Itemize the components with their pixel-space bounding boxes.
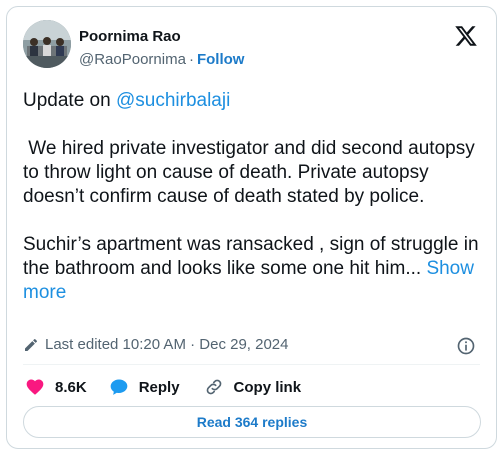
reply-bubble-icon xyxy=(110,379,128,395)
heart-icon xyxy=(26,379,44,395)
tweet-prefix: Update on xyxy=(23,90,116,111)
tweet-paragraph-2: We hired private investigator and did se… xyxy=(23,138,480,207)
read-replies-button[interactable]: Read 364 replies xyxy=(23,406,481,438)
edited-info[interactable]: Last edited 10:20 AM · Dec 29, 2024 xyxy=(23,336,289,353)
follow-button[interactable]: Follow xyxy=(197,51,245,68)
avatar-photo xyxy=(23,20,71,68)
author-handle[interactable]: @RaoPoornima xyxy=(79,51,186,68)
avatar[interactable] xyxy=(23,20,71,68)
info-icon[interactable] xyxy=(456,336,476,356)
separator-dot: · xyxy=(188,51,194,68)
tweet-paragraph-3: Suchir’s apartment was ransacked , sign … xyxy=(23,233,483,305)
copy-link-button[interactable]: Copy link xyxy=(204,377,302,397)
tweet-line-1: Update on @suchirbalaji xyxy=(23,89,483,113)
like-button[interactable]: 8.6K xyxy=(25,377,87,397)
tweet-card: Poornima Rao @RaoPoornima · Follow Update … xyxy=(6,6,497,449)
action-bar: 8.6K Reply Copy link xyxy=(25,375,325,399)
edited-text: Last edited 10:20 AM · Dec 29, 2024 xyxy=(45,336,289,353)
mention-link[interactable]: @suchirbalaji xyxy=(116,90,230,111)
reply-button[interactable]: Reply xyxy=(109,377,180,397)
tweet-paragraph-3-text: Suchir’s apartment was ransacked , sign … xyxy=(23,234,479,279)
author-handle-line: @RaoPoornima · Follow xyxy=(79,51,244,68)
reply-label: Reply xyxy=(138,378,180,396)
like-count: 8.6K xyxy=(55,378,87,396)
divider xyxy=(23,364,480,365)
link-icon xyxy=(206,379,221,395)
x-logo-icon[interactable] xyxy=(454,24,478,48)
author-name[interactable]: Poornima Rao xyxy=(79,28,181,45)
copy-link-label: Copy link xyxy=(233,378,302,396)
pencil-icon xyxy=(25,338,38,351)
tweet-text: Update on @suchirbalaji We hired private… xyxy=(23,89,483,305)
